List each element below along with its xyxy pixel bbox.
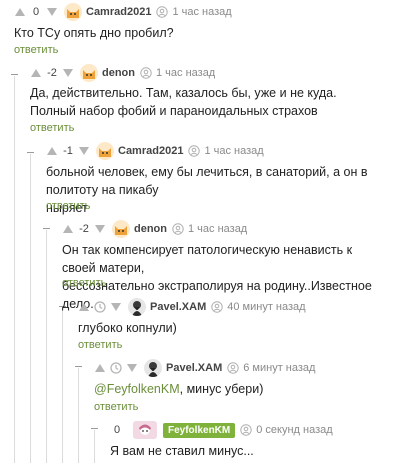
- user-profile-icon: [211, 301, 223, 313]
- clock-icon: [94, 301, 106, 313]
- user-profile-icon: [240, 424, 252, 436]
- text-line: Полный набор фобий и параноидальных стра…: [30, 104, 318, 118]
- user-profile-icon: [140, 67, 152, 79]
- downvote-icon[interactable]: [94, 224, 106, 234]
- downvote-icon[interactable]: [110, 302, 122, 312]
- text-line: , минус убери): [179, 382, 264, 396]
- timestamp: 40 минут назад: [227, 301, 306, 313]
- user-mention-link[interactable]: @FeyfolkenKM: [94, 382, 180, 396]
- downvote-icon[interactable]: [62, 68, 74, 78]
- timestamp: 1 час назад: [156, 67, 216, 79]
- text-line: глубоко копнули): [78, 321, 177, 335]
- collapse-thread[interactable]: [11, 74, 18, 75]
- comment-header: Pavel.XAM 6 минут назад: [94, 358, 315, 378]
- upvote-icon[interactable]: [46, 146, 58, 156]
- comment-header: 0 Camrad2021 1 час назад: [14, 2, 232, 22]
- cat-avatar-icon[interactable]: [112, 220, 130, 238]
- username[interactable]: Pavel.XAM: [150, 301, 206, 313]
- comment-header: Pavel.XAM 40 минут назад: [78, 297, 306, 317]
- timestamp: 1 час назад: [172, 6, 232, 18]
- comment-header: 0 FeyfolkenKM 0 секунд назад: [110, 420, 333, 440]
- text-line: ныряет: [46, 201, 88, 215]
- reply-link[interactable]: ответить: [30, 122, 74, 134]
- text-line: Кто ТСу опять дно пробил?: [14, 26, 174, 40]
- collapse-thread[interactable]: [43, 228, 50, 229]
- username[interactable]: denon: [102, 67, 135, 79]
- timestamp: 1 час назад: [188, 223, 248, 235]
- user-profile-icon: [188, 145, 201, 157]
- comment-text: больной человек, ему бы лечиться, в сана…: [46, 163, 388, 217]
- user-profile-icon: [227, 362, 239, 374]
- username[interactable]: Pavel.XAM: [166, 362, 222, 374]
- timestamp: 1 час назад: [204, 145, 264, 157]
- collapse-thread[interactable]: [27, 152, 34, 153]
- timestamp: 0 секунд назад: [256, 424, 333, 436]
- thread-line[interactable]: [14, 76, 15, 463]
- downvote-icon[interactable]: [46, 7, 58, 17]
- reply-link[interactable]: ответить: [46, 200, 90, 212]
- rating: -2: [79, 223, 89, 235]
- author-badge[interactable]: FeyfolkenKM: [163, 422, 236, 438]
- rating: -2: [47, 67, 57, 79]
- timestamp: 6 минут назад: [243, 362, 316, 374]
- username[interactable]: denon: [134, 223, 167, 235]
- collapse-thread[interactable]: [75, 366, 82, 367]
- comment-text: Я вам не ставил минус...: [110, 442, 388, 460]
- thread-line[interactable]: [30, 154, 31, 463]
- downvote-icon[interactable]: [78, 146, 90, 156]
- comment-text: глубоко копнули): [78, 319, 388, 337]
- comment-header: -1 Camrad2021 1 час назад: [46, 141, 264, 161]
- cat-avatar-icon[interactable]: [64, 3, 82, 21]
- reply-link[interactable]: ответить: [62, 277, 106, 289]
- downvote-icon[interactable]: [126, 363, 138, 373]
- upvote-icon[interactable]: [14, 7, 26, 17]
- reply-link[interactable]: ответить: [78, 339, 122, 351]
- cat-avatar-icon[interactable]: [80, 64, 98, 82]
- rating: 0: [113, 424, 121, 436]
- upvote-icon[interactable]: [62, 224, 74, 234]
- username[interactable]: Camrad2021: [86, 6, 151, 18]
- thread-line[interactable]: [62, 308, 63, 463]
- comment-text: @FeyfolkenKM, минус убери): [94, 380, 388, 398]
- user-profile-icon: [172, 223, 184, 235]
- text-line: Он так компенсирует патологическую ненав…: [62, 243, 353, 275]
- thread-line[interactable]: [46, 230, 47, 463]
- bearded-man-avatar-icon[interactable]: [144, 359, 162, 377]
- comment-header: -2 denon 1 час назад: [30, 63, 215, 83]
- rating: -1: [63, 145, 73, 157]
- upvote-icon[interactable]: [78, 302, 90, 312]
- text-line: Да, действительно. Там, казалось бы, уже…: [30, 86, 337, 100]
- comment-header: -2 denon 1 час назад: [62, 219, 247, 239]
- clock-icon: [110, 362, 122, 374]
- text-line: больной человек, ему бы лечиться, в сана…: [46, 165, 368, 197]
- rating: 0: [32, 6, 40, 18]
- comment-text: Кто ТСу опять дно пробил?: [14, 24, 388, 42]
- upvote-icon[interactable]: [30, 68, 42, 78]
- thread-line[interactable]: [94, 430, 95, 463]
- reply-link[interactable]: ответить: [14, 44, 58, 56]
- comment-text: Да, действительно. Там, казалось бы, уже…: [30, 84, 388, 120]
- cat-avatar-icon[interactable]: [96, 142, 114, 160]
- collapse-thread[interactable]: [91, 428, 98, 429]
- anime-avatar-icon[interactable]: [133, 421, 157, 439]
- user-profile-icon: [156, 6, 169, 18]
- username[interactable]: Camrad2021: [118, 145, 183, 157]
- text-line: Я вам не ставил минус...: [110, 444, 254, 458]
- bearded-man-avatar-icon[interactable]: [128, 298, 146, 316]
- thread-line[interactable]: [78, 368, 79, 463]
- reply-link[interactable]: ответить: [94, 401, 138, 413]
- upvote-icon[interactable]: [94, 363, 106, 373]
